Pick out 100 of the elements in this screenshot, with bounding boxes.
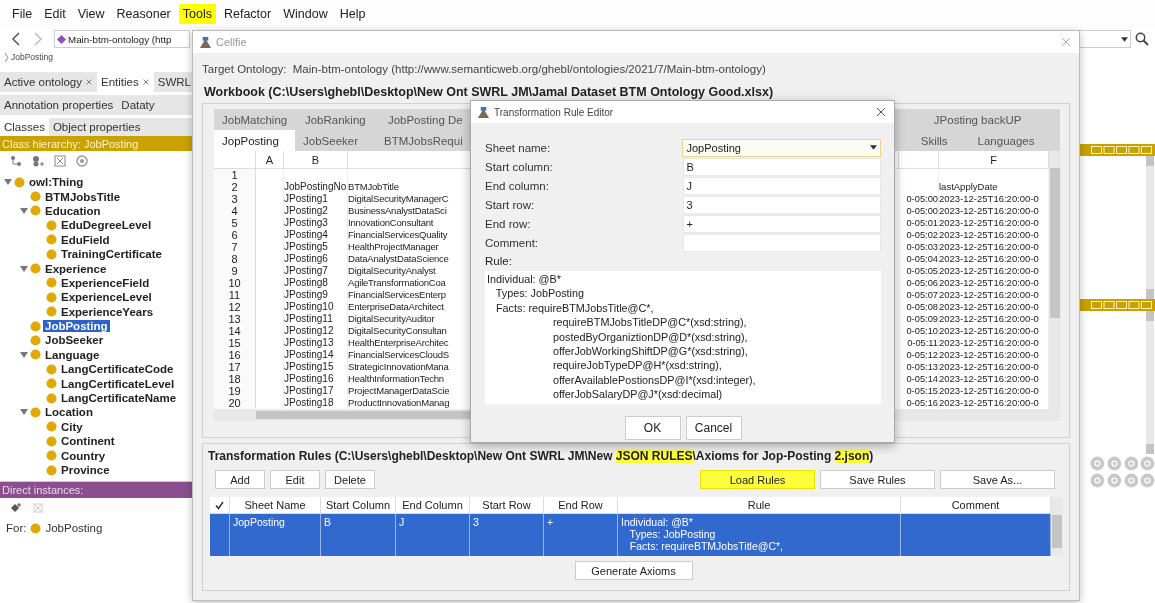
menu-item[interactable]: File	[8, 4, 37, 24]
tree-item[interactable]: JobPosting	[43, 320, 110, 333]
table-cell[interactable]	[210, 514, 230, 556]
tree-item[interactable]: Education	[43, 204, 103, 217]
tab[interactable]: SWRL	[153, 72, 195, 92]
sheet-tab[interactable]: JobRanking	[296, 109, 380, 130]
tab[interactable]: Object properties	[48, 118, 145, 136]
expand-icon[interactable]	[20, 264, 28, 273]
table-cell[interactable]: JopPosting	[230, 514, 321, 556]
table-cell[interactable]: J	[396, 514, 470, 556]
delete-icon[interactable]	[32, 502, 44, 514]
search-icon[interactable]	[1135, 32, 1149, 46]
input-field[interactable]: B	[682, 157, 881, 176]
tree-item[interactable]: owl:Thing	[27, 176, 86, 189]
sheet-tab[interactable]: JobPosting De	[379, 109, 471, 130]
sheet-tab[interactable]: Languages	[969, 130, 1043, 151]
add-subclass-icon[interactable]	[10, 155, 22, 167]
back-icon[interactable]	[10, 32, 22, 46]
sheet-tab[interactable]: JopPosting	[214, 130, 296, 151]
view-controls-icon[interactable]	[1091, 146, 1153, 154]
table-cell[interactable]: 3	[470, 514, 544, 556]
sheet-tab[interactable]: JobSeeker	[295, 130, 377, 151]
generate-button[interactable]: Generate Axioms	[574, 561, 693, 580]
add-individual-icon[interactable]	[10, 502, 22, 514]
column-header[interactable]: A	[256, 151, 284, 169]
tree-item[interactable]: Experience	[43, 262, 109, 275]
close-icon[interactable]	[85, 78, 93, 86]
tree-item[interactable]: JobSeeker	[43, 334, 106, 347]
tree-item[interactable]: Country	[59, 449, 108, 462]
button[interactable]: Save Rules	[820, 470, 935, 489]
expand-icon[interactable]	[20, 350, 28, 359]
scrollbar[interactable]	[1049, 151, 1061, 409]
check-icon[interactable]	[215, 500, 224, 510]
tree-item[interactable]: City	[59, 420, 85, 433]
menu-item[interactable]: Help	[335, 4, 370, 24]
forward-icon[interactable]	[32, 32, 44, 46]
tab[interactable]: Annotation properties	[0, 95, 118, 115]
tree-item[interactable]: LangCertificateName	[59, 392, 179, 405]
action-icon[interactable]	[1106, 473, 1122, 488]
sheet-tab[interactable]: Skills	[912, 130, 956, 151]
table-cell[interactable]: Individual: @B* Types: JobPosting Facts: requireBTMJobsTitle@C*,	[618, 514, 901, 556]
tree-item[interactable]: LangCertificateLevel	[59, 377, 177, 390]
circle-icon[interactable]	[76, 155, 88, 167]
tab[interactable]: Dataty	[117, 95, 159, 115]
input-field[interactable]	[682, 233, 881, 252]
rule-editor[interactable]: Individual: @B* Types: JobPosting Facts: requireBTMJobsTitle@C*, requireBTMJobsTitleDP@C*(xsd:string), postedByOrganiztionDP@D*(xsd:string), offerJobWorkingShiftDP@G*(xsd:string), requireJobTypeDP@H*(xsd:string), offerAvailablePostionsDP@I*(xsd:integer), offerJobSalaryDP@J*(xsd:decimal)	[485, 271, 881, 404]
menu-item[interactable]: View	[73, 4, 109, 24]
menu-item[interactable]: Reasoner	[112, 4, 175, 24]
input-field[interactable]: +	[682, 214, 881, 233]
tree-item[interactable]: Continent	[59, 435, 117, 448]
column-header[interactable]	[899, 151, 939, 169]
tree-item[interactable]: ExperienceField	[59, 276, 152, 289]
button[interactable]: Edit	[270, 470, 320, 489]
button[interactable]: Delete	[325, 470, 375, 489]
tree-item[interactable]: EduField	[59, 233, 112, 246]
tree-item[interactable]: Province	[59, 464, 112, 476]
menu-item[interactable]: Edit	[40, 4, 70, 24]
scrollbar[interactable]	[1146, 156, 1154, 299]
table-cell[interactable]	[901, 514, 1051, 556]
tree-item[interactable]: Language	[43, 348, 102, 361]
sheet-tab[interactable]: JobMatching	[214, 109, 297, 130]
tree-item[interactable]: Location	[43, 406, 95, 419]
add-sibling-icon[interactable]	[32, 155, 44, 167]
sheet-tab[interactable]: BTMJobsRequi	[376, 130, 471, 151]
table-cell[interactable]: +	[544, 514, 618, 556]
delete-icon[interactable]	[54, 155, 66, 167]
tab[interactable]: Entities	[97, 72, 154, 92]
action-icon[interactable]	[1140, 456, 1155, 471]
button[interactable]: Cancel	[685, 416, 742, 440]
column-header[interactable]: B	[284, 151, 348, 169]
action-icon[interactable]	[1123, 456, 1139, 471]
tree-item[interactable]: LangCertificateCode	[59, 363, 176, 376]
button[interactable]: OK	[624, 416, 681, 440]
expand-icon[interactable]	[4, 178, 12, 187]
input-field[interactable]: J	[682, 176, 881, 195]
menu-item[interactable]: Refactor	[219, 4, 276, 24]
menu-item[interactable]: Window	[279, 4, 332, 24]
sheet-tab[interactable]: JPosting backUP	[925, 109, 1030, 130]
menu-item[interactable]: Tools	[178, 4, 216, 24]
breadcrumb[interactable]: JobPosting	[11, 52, 54, 62]
expand-icon[interactable]	[20, 206, 28, 215]
tree-item[interactable]: TrainingCertificate	[59, 248, 164, 261]
button[interactable]: Load Rules	[700, 470, 815, 489]
tab[interactable]: Active ontology	[0, 72, 97, 92]
action-icon[interactable]	[1140, 473, 1155, 488]
scrollbar[interactable]	[1051, 497, 1063, 556]
button[interactable]: Save As...	[940, 470, 1055, 489]
tree-item[interactable]: EduDegreeLevel	[59, 219, 154, 232]
button[interactable]: Add	[215, 470, 265, 489]
action-icon[interactable]	[1123, 473, 1139, 488]
view-controls-icon[interactable]	[1091, 301, 1153, 309]
tree-item[interactable]: BTMJobsTitle	[43, 190, 123, 203]
input-field[interactable]: 3	[682, 195, 881, 214]
close-icon[interactable]	[876, 107, 886, 117]
tree-item[interactable]: ExperienceLevel	[59, 291, 154, 304]
close-icon[interactable]	[141, 78, 150, 86]
expand-icon[interactable]	[20, 408, 28, 417]
action-icon[interactable]	[1106, 456, 1122, 471]
action-icon[interactable]	[1090, 456, 1105, 471]
sheet-dropdown[interactable]: JopPosting	[682, 138, 881, 157]
